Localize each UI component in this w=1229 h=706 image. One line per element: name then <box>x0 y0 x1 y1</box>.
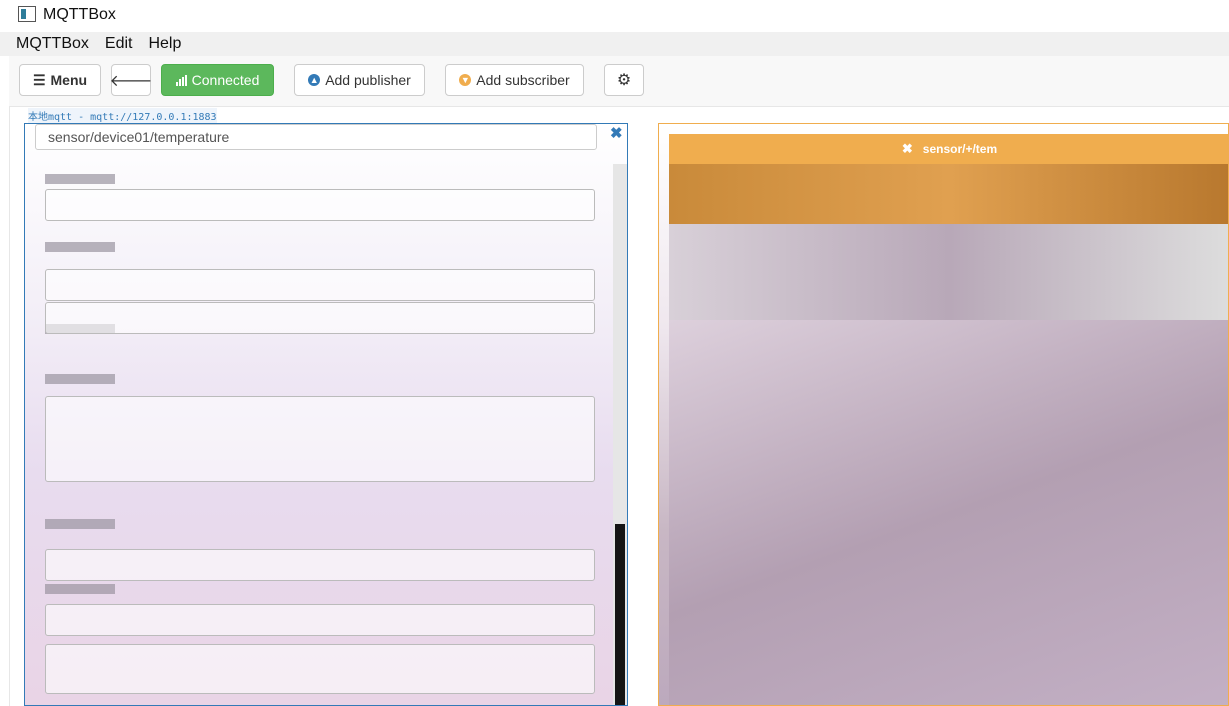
add-subscriber-label: Add subscriber <box>476 72 570 88</box>
add-publisher-label: Add publisher <box>325 72 411 88</box>
arrow-left-icon: 🡐 <box>109 72 153 90</box>
signal-icon <box>175 74 188 86</box>
subscriber-status-band <box>669 164 1228 224</box>
subscriber-panel: ✖ sensor/+/tem <box>658 123 1229 706</box>
menu-button-label: Menu <box>50 72 88 88</box>
field-caption <box>45 519 115 529</box>
publisher-field[interactable] <box>45 302 595 334</box>
subscriber-body <box>669 320 1228 705</box>
add-subscriber-button[interactable]: ▼ Add subscriber <box>445 64 584 96</box>
settings-button[interactable]: ⚙ <box>604 64 644 96</box>
title-bar: MQTTBox <box>0 0 1229 32</box>
close-icon[interactable]: ✖ <box>610 124 623 142</box>
publisher-panel: sensor/device01/temperature ✖ <box>24 123 628 706</box>
publisher-field[interactable] <box>45 604 595 636</box>
payload-textarea[interactable] <box>45 396 595 482</box>
arrow-circle-down-icon: ▼ <box>459 74 472 86</box>
arrow-circle-up-icon: ▲ <box>308 74 321 86</box>
content-left-border <box>9 106 10 706</box>
menu-edit[interactable]: Edit <box>101 35 137 53</box>
publisher-scrollbar[interactable] <box>613 164 627 705</box>
connected-label: Connected <box>191 72 260 88</box>
app-window-icon <box>18 6 36 22</box>
toolbar: ☰ Menu 🡐 Connected ▲ Add publisher ▼ Add… <box>9 56 1229 107</box>
menu-bar: MQTTBox Edit Help <box>0 32 1229 56</box>
add-publisher-button[interactable]: ▲ Add publisher <box>294 64 425 96</box>
field-caption <box>45 242 115 252</box>
gear-icon: ⚙ <box>616 72 632 89</box>
back-button[interactable]: 🡐 <box>109 64 153 96</box>
publish-topic-input[interactable]: sensor/device01/temperature <box>35 124 597 150</box>
publish-button-area[interactable] <box>45 644 595 694</box>
publisher-field[interactable] <box>45 189 595 221</box>
subscriber-message-list <box>669 224 1228 320</box>
field-caption <box>45 584 115 594</box>
field-caption <box>45 174 115 184</box>
connected-button[interactable]: Connected <box>161 64 274 96</box>
menu-button[interactable]: ☰ Menu <box>19 64 101 96</box>
menu-mqttbox[interactable]: MQTTBox <box>12 35 93 53</box>
publisher-field[interactable] <box>45 269 595 301</box>
publisher-field[interactable] <box>45 549 595 581</box>
window-title: MQTTBox <box>43 6 116 23</box>
subscriber-topic-label: sensor/+/tem <box>922 142 998 156</box>
subscriber-header: ✖ sensor/+/tem <box>669 134 1228 164</box>
menu-help[interactable]: Help <box>144 35 185 53</box>
hamburger-icon: ☰ <box>32 71 46 88</box>
client-connection-label: 本地mqtt - mqtt://127.0.0.1:1883 <box>28 108 217 123</box>
field-caption <box>45 374 115 384</box>
close-icon[interactable]: ✖ <box>902 141 913 157</box>
